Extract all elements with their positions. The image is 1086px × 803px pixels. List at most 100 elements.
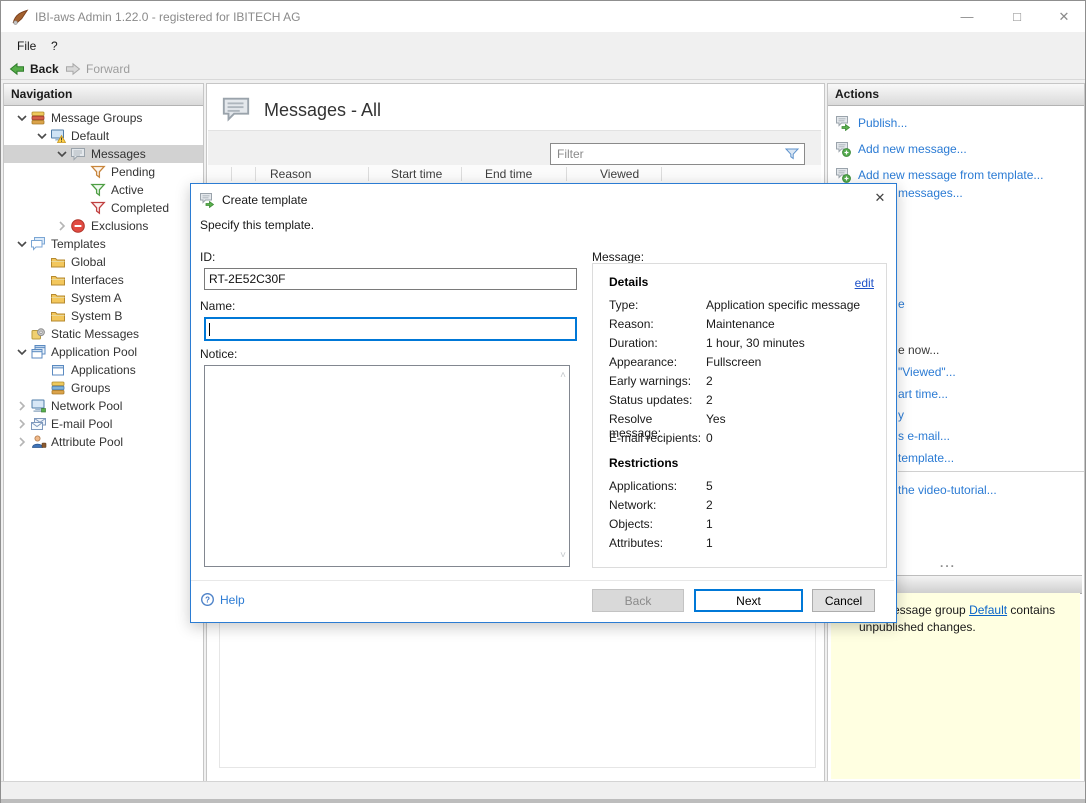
name-label: Name: — [200, 299, 235, 313]
summary-value: Application specific message — [706, 298, 860, 317]
notice-label: Notice: — [200, 347, 237, 361]
help-link[interactable]: ? Help — [200, 592, 245, 607]
column-separator — [566, 167, 567, 181]
sidebar-item-groups[interactable]: Groups — [4, 379, 203, 397]
action-link-fragment[interactable]: messages... — [898, 186, 963, 200]
sidebar-item-attribute-pool[interactable]: Attribute Pool — [4, 433, 203, 451]
summary-row-attributes: Attributes:1 — [609, 536, 871, 555]
forward-button[interactable]: Forward — [65, 59, 130, 78]
summary-row-network: Network:2 — [609, 498, 871, 517]
chevron-down-icon[interactable] — [34, 128, 50, 144]
sidebar-item-label: Global — [67, 255, 106, 269]
summary-row-e-mail-recipients: E-mail recipients:0 — [609, 431, 871, 450]
action-add-new-message[interactable]: Add new message... — [835, 136, 1082, 162]
sidebar-item-default[interactable]: Default — [4, 127, 203, 145]
message-add-icon — [835, 167, 851, 183]
splitter-handle[interactable]: ... — [940, 556, 956, 570]
summary-row-early-warnings: Early warnings:2 — [609, 374, 871, 393]
column-header-viewed[interactable]: Viewed — [600, 167, 639, 181]
id-field[interactable]: RT-2E52C30F — [204, 268, 577, 290]
navigation-tree: Message Groups Default MessagesPendingAct… — [4, 109, 203, 451]
chevron-down-icon[interactable] — [14, 110, 30, 126]
dialog-close-icon[interactable]: ✕ — [869, 188, 891, 208]
id-label: ID: — [200, 250, 215, 264]
sidebar-item-system-b[interactable]: System B — [4, 307, 203, 325]
summary-row-status-updates: Status updates:2 — [609, 393, 871, 412]
sidebar-item-active[interactable]: Active — [4, 181, 203, 199]
sidebar-item-message-groups[interactable]: Message Groups — [4, 109, 203, 127]
back-arrow-icon — [9, 61, 25, 77]
menu-file[interactable]: File — [12, 38, 41, 54]
scroll-up-icon[interactable]: ˄ — [560, 371, 566, 381]
column-header-start-time[interactable]: Start time — [391, 167, 442, 181]
chevron-right-icon[interactable] — [14, 434, 30, 450]
column-header-reason[interactable]: Reason — [270, 167, 311, 181]
sidebar-item-templates[interactable]: Templates — [4, 235, 203, 253]
filter-input[interactable] — [551, 147, 784, 161]
windows2-icon — [30, 344, 47, 360]
action-publish[interactable]: Publish... — [835, 110, 1082, 136]
name-field[interactable] — [204, 317, 577, 341]
sidebar-item-label: System B — [67, 309, 122, 323]
action-link-fragment[interactable]: y — [898, 408, 904, 422]
minus-circle-icon — [70, 218, 87, 234]
next-button[interactable]: Next — [694, 589, 803, 612]
sidebar-item-interfaces[interactable]: Interfaces — [4, 271, 203, 289]
filter-funnel-icon[interactable] — [784, 146, 804, 162]
back-button[interactable]: Back — [9, 59, 59, 78]
minimize-button[interactable]: — — [950, 6, 984, 28]
stack-red-icon — [30, 110, 47, 126]
column-header-end-time[interactable]: End time — [485, 167, 532, 181]
chevron-down-icon[interactable] — [14, 344, 30, 360]
action-link-fragment[interactable]: "Viewed"... — [898, 365, 956, 379]
close-button[interactable]: ✕ — [1047, 6, 1081, 28]
summary-key: Resolve message: — [609, 412, 706, 431]
cancel-button[interactable]: Cancel — [812, 589, 875, 612]
sidebar-item-completed[interactable]: Completed — [4, 199, 203, 217]
action-link-fragment[interactable]: the video-tutorial... — [898, 483, 997, 497]
scroll-down-icon[interactable]: ˅ — [560, 551, 566, 561]
sidebar-item-pending[interactable]: Pending — [4, 163, 203, 181]
sidebar-item-e-mail-pool[interactable]: E-mail Pool — [4, 415, 203, 433]
chevron-spacer — [34, 290, 50, 306]
chevron-right-icon[interactable] — [14, 398, 30, 414]
funnel-orange-icon — [90, 164, 107, 180]
sidebar-item-application-pool[interactable]: Application Pool — [4, 343, 203, 361]
sidebar-item-applications[interactable]: Applications — [4, 361, 203, 379]
folder-icon — [50, 290, 67, 306]
maximize-button[interactable]: □ — [1000, 6, 1034, 28]
notice-field[interactable]: ˄ ˅ — [204, 365, 570, 567]
default-group-link[interactable]: Default — [969, 603, 1007, 617]
summary-value: 2 — [706, 374, 713, 393]
menu-help[interactable]: ? — [46, 38, 63, 54]
sidebar-item-global[interactable]: Global — [4, 253, 203, 271]
dialog-subtitle: Specify this template. — [200, 218, 314, 232]
edit-link[interactable]: edit — [855, 276, 874, 290]
action-link-fragment[interactable]: e — [898, 297, 905, 311]
sidebar-item-static-messages[interactable]: Static Messages — [4, 325, 203, 343]
chevron-down-icon[interactable] — [54, 146, 70, 162]
action-label: Publish... — [858, 116, 907, 130]
footer-divider — [191, 580, 894, 581]
action-link-fragment[interactable]: s e-mail... — [898, 429, 950, 443]
sidebar-item-system-a[interactable]: System A — [4, 289, 203, 307]
messages-icon — [219, 94, 253, 124]
sidebar-item-network-pool[interactable]: Network Pool — [4, 397, 203, 415]
action-link-fragment[interactable]: art time... — [898, 387, 948, 401]
sidebar-item-messages[interactable]: Messages — [4, 145, 203, 163]
chevron-right-icon[interactable] — [14, 416, 30, 432]
action-link-fragment[interactable]: template... — [898, 451, 954, 465]
sidebar-item-label: Message Groups — [47, 111, 142, 125]
chevron-down-icon[interactable] — [14, 236, 30, 252]
back-wizard-button[interactable]: Back — [592, 589, 684, 612]
summary-row-reason: Reason:Maintenance — [609, 317, 871, 336]
status-bar — [1, 781, 1085, 800]
message-label: Message: — [592, 250, 644, 264]
speech-icon — [70, 146, 87, 162]
sidebar-item-exclusions[interactable]: Exclusions — [4, 217, 203, 235]
chevron-right-icon[interactable] — [54, 218, 70, 234]
summary-value: 1 — [706, 536, 713, 555]
filter-bar — [208, 130, 821, 166]
funnel-red-icon — [90, 200, 107, 216]
chevron-spacer — [34, 308, 50, 324]
